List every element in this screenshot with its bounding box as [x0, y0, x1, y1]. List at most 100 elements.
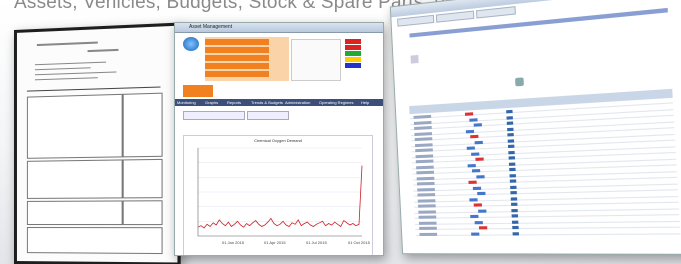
table-cell [509, 168, 515, 171]
table-cell [416, 171, 434, 175]
table-cell [466, 129, 474, 133]
table-row[interactable] [416, 233, 681, 236]
menu-item-4[interactable]: Administration [285, 100, 310, 105]
table-cell [479, 226, 487, 229]
x-tick-label: 01 Jan 2015 [222, 240, 245, 245]
table-row[interactable] [412, 158, 676, 169]
table-cell [414, 115, 432, 119]
table-cell [415, 137, 433, 141]
document-preview [14, 22, 181, 264]
menu-item-1[interactable]: Graphs [205, 100, 218, 105]
table-cell [475, 140, 483, 144]
table-cell [475, 221, 483, 224]
table-row[interactable] [415, 227, 680, 230]
table-cell [419, 216, 437, 219]
table-cell [475, 157, 483, 160]
table-cell [469, 198, 477, 201]
table-row[interactable] [415, 220, 680, 224]
table-cell [417, 182, 435, 186]
table-cell [509, 162, 515, 165]
table-cell [507, 133, 513, 136]
tab-2[interactable] [436, 11, 475, 23]
table-cell [414, 126, 432, 130]
app-window: Asset Management Monitoring Graphs Repor… [174, 22, 384, 256]
chart-title: Chemical Oxygen Demand [184, 138, 372, 143]
table-cell [465, 112, 473, 116]
table-window [390, 0, 681, 255]
menu-item-5[interactable]: Operating Regimes [319, 100, 353, 105]
app-title: Asset Management [189, 24, 232, 30]
table-cell [509, 156, 515, 159]
table-cell [419, 232, 437, 235]
table-row[interactable] [414, 202, 678, 208]
table-cell [416, 160, 434, 164]
table-cell [513, 232, 520, 235]
table-cell [506, 110, 512, 114]
table-cell [512, 220, 519, 223]
table-cell [510, 185, 517, 188]
table-cell [414, 120, 432, 124]
table-cell [474, 203, 482, 206]
table-cell [511, 208, 518, 211]
menu-item-6[interactable]: Help [361, 100, 369, 105]
table-row[interactable] [414, 195, 678, 202]
app-logo-icon [183, 37, 199, 51]
table-cell [419, 227, 437, 230]
table-cell [476, 175, 484, 178]
table-cell [468, 164, 476, 167]
app-menubar: Monitoring Graphs Reports Trends & Budge… [175, 99, 383, 106]
table-cell [470, 135, 478, 139]
table-cell [512, 214, 519, 217]
table-cell [416, 165, 434, 169]
table-cell [508, 139, 514, 142]
table-cell [415, 154, 433, 158]
table-cell [507, 127, 513, 130]
line-chart: 01 Jan 2015 01 Apr 2015 01 Jul 2015 01 Oct … [184, 136, 372, 256]
table-cell [415, 148, 433, 152]
table-cell [417, 193, 435, 196]
table-cell [477, 192, 485, 195]
table-cell [471, 232, 479, 235]
table-cell [510, 179, 517, 182]
table-cell [478, 209, 486, 212]
table-cell [470, 215, 478, 218]
table-cell [469, 118, 477, 122]
x-tick-label: 01 Jul 2015 [306, 240, 327, 245]
tab-3[interactable] [476, 6, 516, 18]
table-row[interactable] [415, 208, 679, 213]
series-line [198, 166, 362, 228]
table-cell [473, 186, 481, 189]
table-row[interactable] [412, 152, 676, 163]
menu-item-3[interactable]: Trends & Budgets [251, 100, 283, 105]
table-cell [506, 116, 512, 120]
chart-panel: Chemical Oxygen Demand 01 Jan 2015 01 Apr… [183, 135, 373, 256]
screenshot-collage: Assets, Vehicles, Budgets, Stock & Spare… [0, 0, 681, 264]
menu-item-0[interactable]: Monitoring [177, 100, 196, 105]
table-cell [471, 152, 479, 155]
menu-item-2[interactable]: Reports [227, 100, 241, 105]
table-cell [509, 174, 515, 177]
table-cell [511, 197, 518, 200]
table-cell [474, 123, 482, 127]
table-cell [419, 221, 437, 224]
table-cell [511, 203, 518, 206]
table-cell [417, 187, 435, 191]
table-cell [472, 169, 480, 172]
table-cell [508, 145, 514, 148]
table-cell [415, 143, 433, 147]
table-cell [468, 181, 476, 184]
x-tick-label: 01 Apr 2015 [264, 240, 286, 245]
x-tick-label: 01 Oct 2015 [348, 240, 371, 245]
table-row[interactable] [415, 214, 680, 219]
tab-1[interactable] [397, 15, 434, 27]
app-titlebar: Asset Management [175, 23, 383, 33]
table-cell [418, 210, 436, 213]
table-cell [467, 146, 475, 149]
table-cell [418, 199, 436, 202]
table-cell [418, 204, 436, 207]
table-cell [510, 191, 517, 194]
table-cell [512, 226, 519, 229]
table-cell [508, 150, 514, 153]
table-cell [414, 132, 432, 136]
table-row[interactable] [412, 146, 676, 158]
